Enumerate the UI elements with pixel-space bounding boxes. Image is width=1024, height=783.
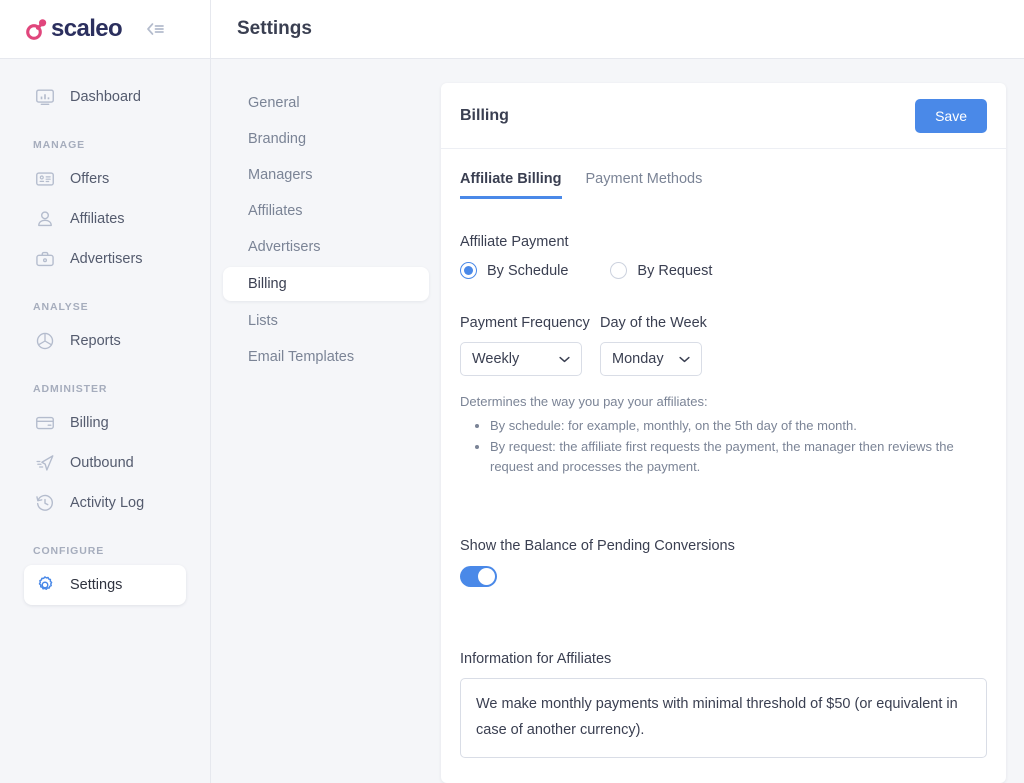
payment-frequency-label: Payment Frequency [460, 315, 590, 331]
radio-dot-icon [460, 262, 477, 279]
subnav-item-general[interactable]: General [223, 87, 429, 119]
schedule-field-labels: Payment Frequency Day of the Week [460, 315, 987, 331]
sidebar-item-label: Advertisers [70, 251, 143, 267]
settings-subnav: General Branding Managers Affiliates Adv… [211, 59, 441, 783]
nav-group-manage: MANAGE [33, 139, 86, 151]
paper-plane-icon [33, 451, 57, 475]
chevron-down-icon [545, 356, 570, 363]
card-title: Billing [460, 106, 509, 124]
subnav-item-managers[interactable]: Managers [223, 159, 429, 191]
radio-label: By Request [637, 262, 713, 279]
nav-group-configure: CONFIGURE [33, 545, 105, 557]
day-of-week-select[interactable]: Monday [600, 342, 702, 376]
sidebar-item-label: Dashboard [70, 89, 141, 105]
scaleo-logo-icon [24, 16, 50, 42]
sidebar-item-settings[interactable]: Settings [24, 565, 186, 605]
card-wrapper: Billing Save Affiliate Billing Payment M… [441, 59, 1024, 783]
helper-bullet-list: By schedule: for example, monthly, on th… [490, 416, 987, 477]
radio-by-request[interactable]: By Request [610, 262, 712, 279]
pending-conversions-toggle[interactable] [460, 565, 497, 587]
helper-bullet: By request: the affiliate first requests… [490, 437, 987, 477]
main-column: Settings General Branding Managers Affil… [211, 0, 1024, 783]
information-for-affiliates-textarea[interactable] [460, 677, 987, 758]
pending-conversions-label: Show the Balance of Pending Conversions [460, 537, 735, 554]
offer-card-icon [33, 167, 57, 191]
affiliate-payment-label: Affiliate Payment [460, 234, 569, 250]
primary-sidebar: scaleo Dashboard MANAGE Offers Affiliate… [0, 0, 211, 783]
schedule-selects: Weekly Monday [460, 342, 987, 376]
save-button[interactable]: Save [915, 98, 987, 133]
sidebar-item-label: Activity Log [70, 495, 145, 511]
brand-name: scaleo [51, 15, 123, 42]
sidebar-item-billing[interactable]: Billing [24, 403, 186, 443]
clock-history-icon [33, 491, 57, 515]
billing-settings-card: Billing Save Affiliate Billing Payment M… [441, 83, 1006, 783]
app-root: scaleo Dashboard MANAGE Offers Affiliate… [0, 0, 1024, 783]
body-area: General Branding Managers Affiliates Adv… [211, 59, 1024, 783]
sidebar-item-label: Offers [70, 171, 110, 187]
helper-intro: Determines the way you pay your affiliat… [460, 394, 708, 409]
radio-by-schedule[interactable]: By Schedule [460, 262, 568, 279]
pie-chart-icon [33, 329, 57, 353]
helper-bullet: By schedule: for example, monthly, on th… [490, 416, 987, 436]
subnav-item-lists[interactable]: Lists [223, 305, 429, 337]
sidebar-item-reports[interactable]: Reports [24, 321, 186, 361]
top-bar: Settings [211, 0, 1024, 59]
sidebar-item-activity-log[interactable]: Activity Log [24, 483, 186, 523]
dashboard-monitor-icon [33, 85, 57, 109]
chevron-down-icon [665, 356, 690, 363]
sidebar-item-label: Affiliates [70, 211, 125, 227]
toggle-knob [478, 567, 495, 585]
briefcase-icon [33, 247, 57, 271]
schedule-helper-text: Determines the way you pay your affiliat… [460, 392, 987, 478]
information-for-affiliates-label: Information for Affiliates [460, 650, 612, 667]
gear-icon [33, 573, 57, 597]
sidebar-item-label: Outbound [70, 455, 134, 471]
user-icon [33, 207, 57, 231]
sidebar-item-advertisers[interactable]: Advertisers [24, 239, 186, 279]
sidebar-item-label: Billing [70, 415, 109, 431]
sidebar-item-label: Settings [70, 577, 123, 593]
subnav-item-branding[interactable]: Branding [223, 123, 429, 155]
primary-nav: Dashboard MANAGE Offers Affiliates Adver… [0, 59, 210, 605]
credit-card-icon [33, 411, 57, 435]
payment-frequency-value: Weekly [472, 351, 520, 367]
day-of-week-value: Monday [612, 351, 664, 367]
day-of-week-label: Day of the Week [600, 315, 707, 331]
sidebar-item-label: Reports [70, 333, 121, 349]
page-title: Settings [237, 18, 312, 39]
nav-group-analyse: ANALYSE [33, 301, 89, 313]
sidebar-item-outbound[interactable]: Outbound [24, 443, 186, 483]
collapse-sidebar-icon[interactable] [144, 20, 166, 38]
subnav-item-affiliates[interactable]: Affiliates [223, 195, 429, 227]
payment-frequency-select[interactable]: Weekly [460, 342, 582, 376]
subnav-item-advertisers[interactable]: Advertisers [223, 231, 429, 263]
sidebar-item-affiliates[interactable]: Affiliates [24, 199, 186, 239]
subnav-item-email-templates[interactable]: Email Templates [223, 341, 429, 373]
sidebar-item-dashboard[interactable]: Dashboard [24, 77, 186, 117]
radio-label: By Schedule [487, 262, 569, 279]
brand-bar: scaleo [0, 0, 210, 59]
subnav-item-billing[interactable]: Billing [223, 267, 429, 301]
tab-affiliate-billing[interactable]: Affiliate Billing [460, 171, 562, 199]
affiliate-payment-radio-group: By Schedule By Request [460, 262, 987, 279]
nav-group-administer: ADMINISTER [33, 383, 108, 395]
sidebar-item-offers[interactable]: Offers [24, 159, 186, 199]
radio-dot-icon [610, 262, 628, 279]
card-header: Billing Save [441, 83, 1006, 149]
tab-payment-methods[interactable]: Payment Methods [586, 171, 703, 199]
card-tabs: Affiliate Billing Payment Methods [460, 171, 987, 199]
card-body: Affiliate Billing Payment Methods Affili… [441, 149, 1006, 783]
